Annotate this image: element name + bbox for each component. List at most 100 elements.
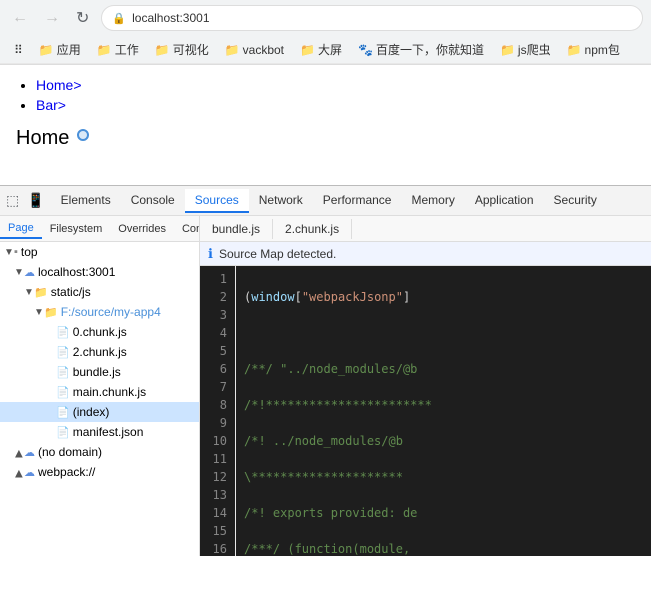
bookmark-应用[interactable]: 📁 应用	[33, 39, 87, 60]
sources-sub-tab-filesystem[interactable]: Filesystem	[42, 220, 111, 238]
tab-sources[interactable]: Sources	[185, 189, 249, 213]
tree-item-bundle[interactable]: 📄 bundle.js	[0, 362, 199, 382]
source-editor: bundle.js 2.chunk.js ℹ Source Map detect…	[200, 216, 651, 556]
cursor-indicator	[77, 129, 89, 141]
file-icon-0chunk: 📄	[56, 326, 70, 339]
tab-performance[interactable]: Performance	[313, 189, 402, 213]
breadcrumb-link-home[interactable]: Home>	[36, 77, 82, 93]
tab-network[interactable]: Network	[249, 189, 313, 213]
line-num-5: 5	[200, 342, 235, 360]
tree-label-bundle: bundle.js	[73, 365, 121, 379]
nav-bar: ← → ↻ 🔒 localhost:3001	[0, 0, 651, 36]
tree-label-top: top	[21, 245, 38, 259]
line-num-13: 13	[200, 486, 235, 504]
bookmark-baidu-icon: 🐾	[358, 43, 373, 57]
bookmark-npm包[interactable]: 📁 npm包	[561, 39, 626, 60]
file-icon-index: 📄	[56, 406, 70, 419]
arrow-source: ▼	[34, 307, 44, 318]
bookmarks-bar: ⠿ 📁 应用 📁 工作 📁 可视化 📁 vackbot 📁 大屏 🐾 百度一下，…	[0, 36, 651, 64]
editor-tabs: bundle.js 2.chunk.js	[200, 216, 651, 242]
editor-tab-2chunk[interactable]: 2.chunk.js	[273, 219, 352, 239]
file-tree: ▼ ▪ top ▼ ☁ localhost:3001 ▼ 📁 static/js	[0, 242, 199, 556]
folder-icon: ▪	[14, 246, 18, 258]
tree-item-index[interactable]: 📄 (index)	[0, 402, 199, 422]
sources-sidebar: Page Filesystem Overrides Content script…	[0, 216, 200, 556]
tab-elements[interactable]: Elements	[51, 189, 121, 213]
line-num-2: 2	[200, 288, 235, 306]
folder-icon-static: 📁	[34, 286, 48, 299]
arrow-webpack: ▶	[14, 467, 25, 477]
address-bar[interactable]: 🔒 localhost:3001	[101, 5, 643, 31]
bookmark-工作[interactable]: 📁 工作	[91, 39, 145, 60]
tree-label-source-folder: F:/source/my-app4	[61, 305, 161, 319]
devtools-inspect-button[interactable]: ⬚	[4, 190, 21, 211]
tree-label-index: (index)	[73, 405, 110, 419]
tree-item-source-folder[interactable]: ▼ 📁 F:/source/my-app4	[0, 302, 199, 322]
editor-tab-bundle[interactable]: bundle.js	[200, 219, 273, 239]
code-line-6: \*********************	[244, 468, 643, 486]
info-icon: ℹ	[208, 246, 213, 262]
tree-item-no-domain[interactable]: ▶ ☁ (no domain)	[0, 442, 199, 462]
page-title: Home	[16, 127, 69, 150]
devtools-body: Page Filesystem Overrides Content script…	[0, 216, 651, 556]
tree-item-0chunk[interactable]: 📄 0.chunk.js	[0, 322, 199, 342]
line-num-16: 16	[200, 540, 235, 556]
tree-item-manifest[interactable]: 📄 manifest.json	[0, 422, 199, 442]
arrow-no-domain: ▶	[14, 447, 25, 457]
code-line-2	[244, 324, 643, 342]
sources-sub-tab-content-scripts[interactable]: Content scripts	[174, 220, 200, 238]
tab-memory[interactable]: Memory	[401, 189, 464, 213]
line-num-7: 7	[200, 378, 235, 396]
tree-item-webpack[interactable]: ▶ ☁ webpack://	[0, 462, 199, 482]
tree-label-manifest: manifest.json	[73, 425, 144, 439]
bookmark-大屏[interactable]: 📁 大屏	[294, 39, 348, 60]
tab-console[interactable]: Console	[121, 189, 185, 213]
back-button[interactable]: ←	[8, 7, 32, 29]
line-num-1: 1	[200, 270, 235, 288]
bookmark-js爬虫[interactable]: 📁 js爬虫	[494, 39, 557, 60]
tree-label-2chunk: 2.chunk.js	[73, 345, 127, 359]
tab-application[interactable]: Application	[465, 189, 544, 213]
code-line-4: /*!***********************	[244, 396, 643, 414]
bookmark-可视化[interactable]: 📁 可视化	[149, 39, 215, 60]
sources-sub-tab-overrides[interactable]: Overrides	[110, 220, 174, 238]
code-area[interactable]: 1 2 3 4 5 6 7 8 9 10 11 12 13 14 15 16 1	[200, 266, 651, 556]
apps-icon: ⠿	[14, 43, 23, 57]
tree-item-mainchunk[interactable]: 📄 main.chunk.js	[0, 382, 199, 402]
bookmarks-icon[interactable]: ⠿	[8, 41, 29, 59]
reload-button[interactable]: ↻	[72, 6, 93, 30]
arrow-top: ▼	[4, 247, 14, 258]
tab-security[interactable]: Security	[544, 189, 607, 213]
line-num-14: 14	[200, 504, 235, 522]
breadcrumb-item-bar: Bar>	[36, 97, 635, 113]
tree-item-2chunk[interactable]: 📄 2.chunk.js	[0, 342, 199, 362]
sources-sub-tab-page[interactable]: Page	[0, 219, 42, 239]
code-line-7: /*! exports provided: de	[244, 504, 643, 522]
tree-label-mainchunk: main.chunk.js	[73, 385, 146, 399]
file-icon-2chunk: 📄	[56, 346, 70, 359]
breadcrumb-item-home: Home>	[36, 77, 635, 93]
bookmark-baidu[interactable]: 🐾 百度一下，你就知道	[352, 39, 490, 60]
tree-label-localhost: localhost:3001	[38, 265, 115, 279]
arrow-static: ▼	[24, 287, 34, 298]
bookmark-folder-icon: 📁	[97, 43, 112, 57]
code-line-5: /*! ../node_modules/@b	[244, 432, 643, 450]
line-num-8: 8	[200, 396, 235, 414]
line-num-3: 3	[200, 306, 235, 324]
line-num-12: 12	[200, 468, 235, 486]
tree-item-static-js[interactable]: ▼ 📁 static/js	[0, 282, 199, 302]
lock-icon: 🔒	[112, 12, 126, 25]
forward-button[interactable]: →	[40, 7, 64, 29]
tree-label-no-domain: (no domain)	[38, 445, 102, 459]
line-numbers: 1 2 3 4 5 6 7 8 9 10 11 12 13 14 15 16 1	[200, 266, 236, 556]
breadcrumb-link-bar[interactable]: Bar>	[36, 97, 66, 113]
line-num-6: 6	[200, 360, 235, 378]
code-line-3: /**/ "../node_modules/@b	[244, 360, 643, 378]
bookmark-vackbot[interactable]: 📁 vackbot	[219, 41, 290, 59]
tree-item-localhost[interactable]: ▼ ☁ localhost:3001	[0, 262, 199, 282]
page-content: Home> Bar> Home	[0, 65, 651, 185]
devtools-device-button[interactable]: 📱	[25, 190, 46, 211]
bookmark-folder-icon: 📁	[155, 43, 170, 57]
tree-item-top[interactable]: ▼ ▪ top	[0, 242, 199, 262]
line-num-15: 15	[200, 522, 235, 540]
